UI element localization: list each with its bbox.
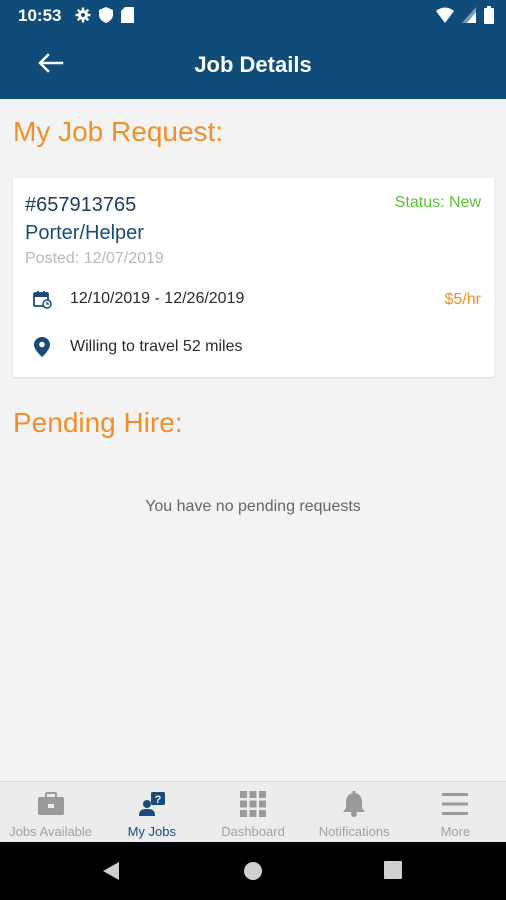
briefcase-icon [37,790,65,818]
empty-state-message: You have no pending requests [145,498,361,515]
menu-icon [441,790,469,818]
tab-label: Jobs Available [9,824,93,839]
status-right-icons [436,6,494,29]
date-range-row: 12/10/2019 - 12/26/2019 [31,288,244,310]
tab-label: My Jobs [127,824,176,839]
job-id: #657913765 [25,194,137,216]
status-badge: Status: New [394,194,481,211]
tab-notifications[interactable]: Notifications [304,782,405,842]
job-title: Porter/Helper [25,222,144,244]
status-time: 10:53 [18,6,62,25]
tab-dashboard[interactable]: Dashboard [202,782,303,842]
cell-signal-icon [462,7,476,28]
job-request-card[interactable]: #657913765 Status: New Porter/Helper Pos… [13,178,494,377]
location-pin-icon [31,336,53,358]
system-nav-bar [0,842,506,900]
tab-label: Dashboard [221,824,285,839]
pay-rate: $5/hr [444,291,481,308]
app-bar: Job Details [0,32,506,99]
shield-icon [99,7,113,28]
sd-card-icon [121,7,134,28]
gear-icon [75,7,91,28]
tab-label: More [440,824,471,839]
bell-icon [342,790,366,818]
svg-text:?: ? [154,794,161,806]
travel-distance: Willing to travel 52 miles [70,338,243,355]
travel-row: Willing to travel 52 miles [31,336,243,358]
bottom-nav: Jobs Available ? My Jobs Dashboard Notif… [0,781,506,842]
user-question-icon: ? [138,790,166,818]
status-left-icons [75,7,134,28]
posted-date: Posted: 12/07/2019 [25,250,164,267]
tab-more[interactable]: More [405,782,506,842]
calendar-icon [31,288,53,310]
wifi-icon [436,7,454,28]
battery-icon [484,6,494,29]
nav-back-icon[interactable] [101,861,121,886]
grid-icon [239,790,267,818]
tab-label: Notifications [318,824,390,839]
job-request-section-title: My Job Request: [13,116,224,147]
date-range: 12/10/2019 - 12/26/2019 [70,290,245,307]
status-bar: 10:53 [0,0,506,32]
page-title: Job Details [194,52,312,77]
tab-my-jobs[interactable]: ? My Jobs [101,782,202,842]
tab-jobs-available[interactable]: Jobs Available [0,782,101,842]
pending-hire-section-title: Pending Hire: [13,407,183,438]
nav-recents-icon[interactable] [384,861,402,884]
nav-home-icon[interactable] [243,861,263,886]
